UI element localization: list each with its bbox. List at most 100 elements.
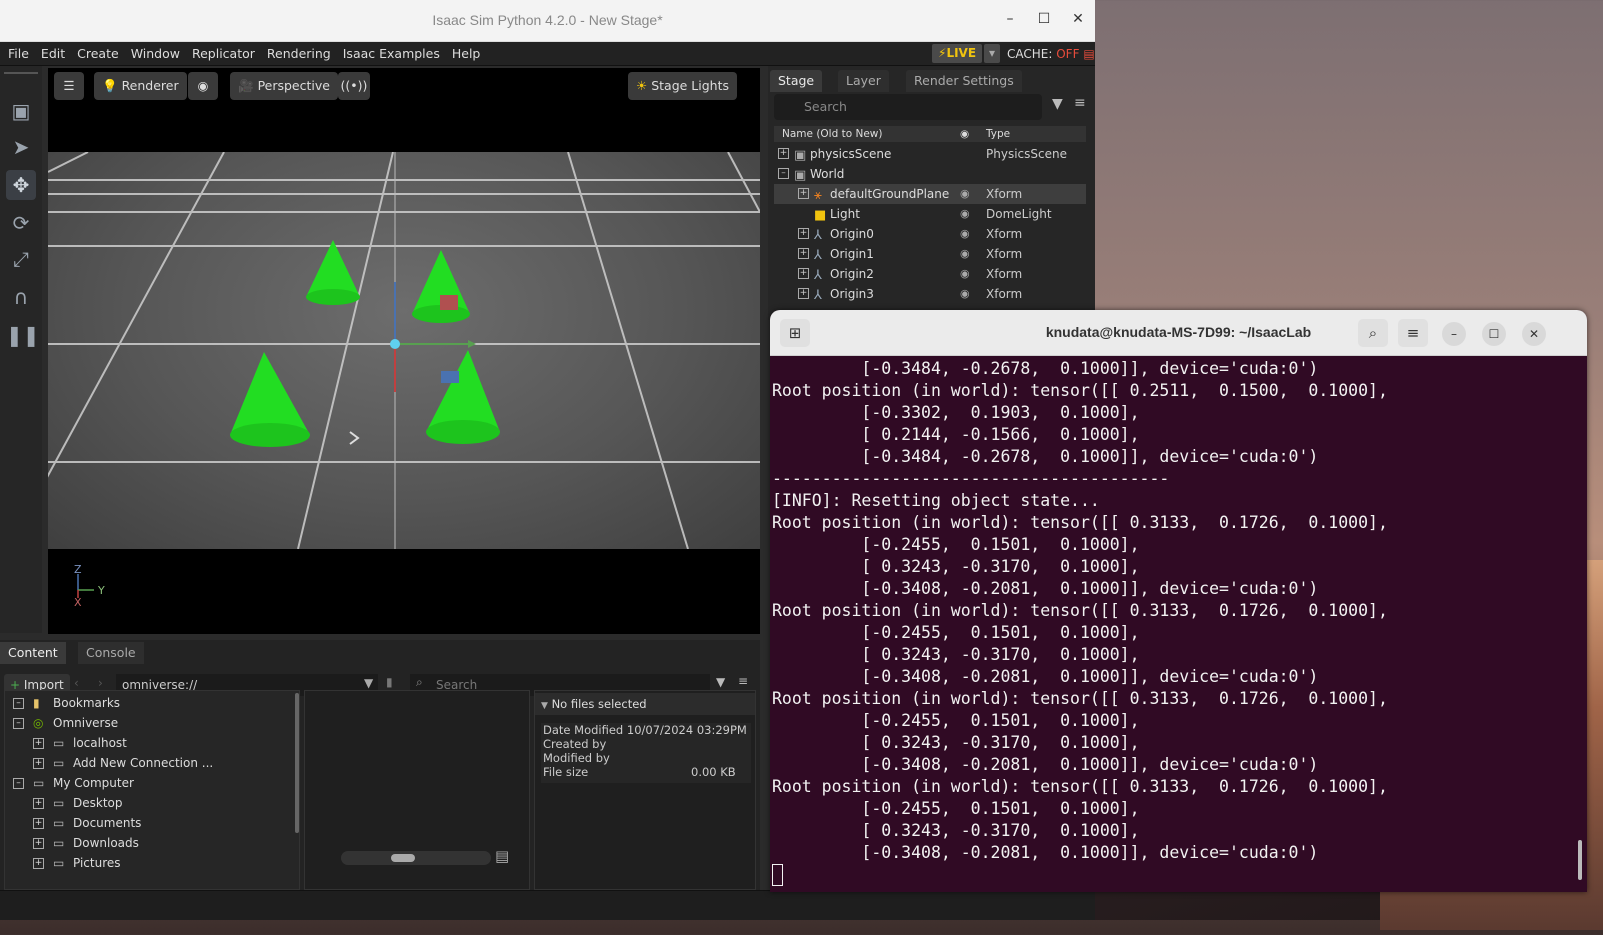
scrollbar-thumb[interactable] bbox=[391, 854, 415, 862]
terminal-output[interactable]: [-0.3484, -0.2678, 0.1000]], device='cud… bbox=[772, 358, 1572, 864]
cache-status[interactable]: CACHE: OFF ▤ bbox=[1007, 42, 1095, 66]
expand-icon[interactable]: + bbox=[33, 798, 44, 809]
tree-item-bookmarks[interactable]: – ▮ Bookmarks bbox=[13, 693, 293, 713]
minimize-icon[interactable]: – bbox=[1442, 322, 1466, 346]
column-visibility-eye-icon[interactable]: ◉ bbox=[960, 126, 969, 142]
expand-icon[interactable]: + bbox=[33, 818, 44, 829]
menu-rendering[interactable]: Rendering bbox=[261, 42, 337, 66]
tab-content[interactable]: Content bbox=[0, 642, 66, 664]
minimize-icon[interactable]: – bbox=[1000, 11, 1020, 27]
search-icon[interactable]: ⌕ bbox=[1358, 319, 1388, 347]
viewport[interactable]: ☰ 💡 Renderer ◉ 🎥 Perspective ((•)) ☀ Sta… bbox=[48, 68, 760, 634]
scale-tool-icon[interactable]: ⤢ bbox=[6, 244, 36, 274]
bookmark-icon[interactable]: ▮ bbox=[386, 675, 393, 689]
expand-icon[interactable]: + bbox=[33, 858, 44, 869]
menu-create[interactable]: Create bbox=[71, 42, 125, 66]
tree-item-downloads[interactable]: + ▭ Downloads bbox=[33, 833, 293, 853]
stage-row-origin0[interactable]: + ⅄ Origin0 ◉ Xform bbox=[774, 224, 1086, 244]
stage-row-defaultgroundplane[interactable]: + ⚹ defaultGroundPlane ◉ Xform bbox=[774, 184, 1086, 204]
column-name[interactable]: Name (Old to New) bbox=[782, 126, 882, 142]
file-list-scrollbar[interactable] bbox=[341, 851, 491, 865]
tab-layer[interactable]: Layer bbox=[838, 70, 889, 92]
expand-icon[interactable]: + bbox=[33, 838, 44, 849]
3d-scene[interactable] bbox=[48, 151, 760, 550]
expand-icon[interactable]: + bbox=[778, 148, 789, 159]
details-header[interactable]: ▼ No files selected bbox=[535, 693, 755, 715]
tree-item-add-connection[interactable]: + ▭ Add New Connection ... bbox=[33, 753, 293, 773]
stage-row-physicsscene[interactable]: + ▣ physicsScene PhysicsScene bbox=[774, 144, 1086, 164]
column-type[interactable]: Type bbox=[986, 126, 1010, 142]
stage-row-origin2[interactable]: + ⅄ Origin2 ◉ Xform bbox=[774, 264, 1086, 284]
menu-isaac-examples[interactable]: Isaac Examples bbox=[337, 42, 446, 66]
list-view-icon[interactable]: ▤ bbox=[495, 847, 509, 865]
tab-console[interactable]: Console bbox=[78, 642, 144, 664]
menu-window[interactable]: Window bbox=[125, 42, 186, 66]
move-tool-icon[interactable]: ✥ bbox=[6, 170, 36, 200]
filter-icon[interactable]: ▼ bbox=[716, 675, 725, 689]
maximize-icon[interactable]: ☐ bbox=[1034, 11, 1054, 27]
hamburger-menu-icon[interactable]: ≡ bbox=[1398, 319, 1428, 347]
tree-item-my-computer[interactable]: – ▭ My Computer bbox=[13, 773, 293, 793]
pointer-select-icon[interactable]: ➤ bbox=[6, 132, 36, 162]
menu-file[interactable]: File bbox=[0, 42, 35, 66]
camera-button[interactable]: 🎥 Perspective bbox=[230, 72, 338, 100]
rotate-tool-icon[interactable]: ⟳ bbox=[6, 208, 36, 238]
visibility-eye-icon[interactable]: ◉ bbox=[188, 72, 218, 100]
stage-search-input[interactable]: Search bbox=[774, 94, 1042, 120]
stage-row-world[interactable]: – ▣ World bbox=[774, 164, 1086, 184]
maximize-icon[interactable]: ☐ bbox=[1482, 322, 1506, 346]
terminal-scrollbar[interactable] bbox=[1578, 840, 1582, 880]
back-icon[interactable]: ‹ bbox=[74, 676, 79, 690]
green-cones[interactable] bbox=[48, 152, 760, 549]
collapse-icon[interactable]: – bbox=[13, 698, 24, 709]
menu-help[interactable]: Help bbox=[446, 42, 487, 66]
file-list[interactable]: ▤ bbox=[304, 690, 530, 890]
tree-item-pictures[interactable]: + ▭ Pictures bbox=[33, 853, 293, 873]
tree-item-omniverse[interactable]: – ◎ Omniverse bbox=[13, 713, 293, 733]
expand-icon[interactable]: + bbox=[33, 738, 44, 749]
tree-scrollbar[interactable] bbox=[295, 693, 299, 833]
collapse-icon[interactable]: – bbox=[778, 168, 789, 179]
menu-icon[interactable]: ≡ bbox=[1074, 95, 1086, 111]
renderer-button[interactable]: 💡 Renderer bbox=[94, 72, 187, 100]
live-button[interactable]: ⚡LIVE bbox=[932, 44, 983, 63]
visibility-eye-icon[interactable]: ◉ bbox=[960, 184, 970, 204]
tab-stage[interactable]: Stage bbox=[770, 70, 823, 92]
viewport-settings-icon[interactable]: ☰ bbox=[54, 72, 84, 100]
collapse-icon[interactable]: – bbox=[13, 778, 24, 789]
tree-item-localhost[interactable]: + ▭ localhost bbox=[33, 733, 293, 753]
expand-icon[interactable]: + bbox=[798, 228, 809, 239]
collapse-icon[interactable]: – bbox=[13, 718, 24, 729]
menu-icon[interactable]: ≡ bbox=[738, 674, 748, 688]
snap-magnet-icon[interactable]: ∩ bbox=[6, 282, 36, 312]
stage-row-light[interactable]: ■ Light ◉ DomeLight bbox=[774, 204, 1086, 224]
stage-row-origin1[interactable]: + ⅄ Origin1 ◉ Xform bbox=[774, 244, 1086, 264]
visibility-eye-icon[interactable]: ◉ bbox=[960, 224, 970, 244]
broadcast-icon[interactable]: ((•)) bbox=[338, 72, 370, 100]
tree-item-desktop[interactable]: + ▭ Desktop bbox=[33, 793, 293, 813]
menu-edit[interactable]: Edit bbox=[35, 42, 71, 66]
add-server-icon: ▭ bbox=[53, 756, 65, 770]
expand-icon[interactable]: + bbox=[798, 268, 809, 279]
close-icon[interactable]: ✕ bbox=[1068, 11, 1088, 27]
visibility-eye-icon[interactable]: ◉ bbox=[960, 284, 970, 304]
tab-render-settings[interactable]: Render Settings bbox=[906, 70, 1022, 92]
menu-replicator[interactable]: Replicator bbox=[186, 42, 261, 66]
stage-lights-button[interactable]: ☀ Stage Lights bbox=[628, 72, 738, 100]
visibility-eye-icon[interactable]: ◉ bbox=[960, 264, 970, 284]
expand-icon[interactable]: + bbox=[798, 288, 809, 299]
select-mode-icon[interactable]: ▣ bbox=[6, 96, 36, 126]
live-dropdown-chevron-down-icon[interactable]: ▾ bbox=[984, 44, 1000, 63]
forward-icon[interactable]: › bbox=[98, 676, 103, 690]
expand-icon[interactable]: + bbox=[798, 248, 809, 259]
stage-row-origin3[interactable]: + ⅄ Origin3 ◉ Xform bbox=[774, 284, 1086, 304]
expand-icon[interactable]: + bbox=[33, 758, 44, 769]
visibility-eye-icon[interactable]: ◉ bbox=[960, 204, 970, 224]
expand-icon[interactable]: + bbox=[798, 188, 809, 199]
visibility-eye-icon[interactable]: ◉ bbox=[960, 244, 970, 264]
close-icon[interactable]: ✕ bbox=[1522, 322, 1546, 346]
pause-icon[interactable]: ❚❚ bbox=[6, 320, 40, 350]
path-dropdown-chevron-down-icon[interactable]: ▼ bbox=[364, 676, 373, 690]
filter-icon[interactable]: ▼ bbox=[1052, 96, 1063, 112]
tree-item-documents[interactable]: + ▭ Documents bbox=[33, 813, 293, 833]
